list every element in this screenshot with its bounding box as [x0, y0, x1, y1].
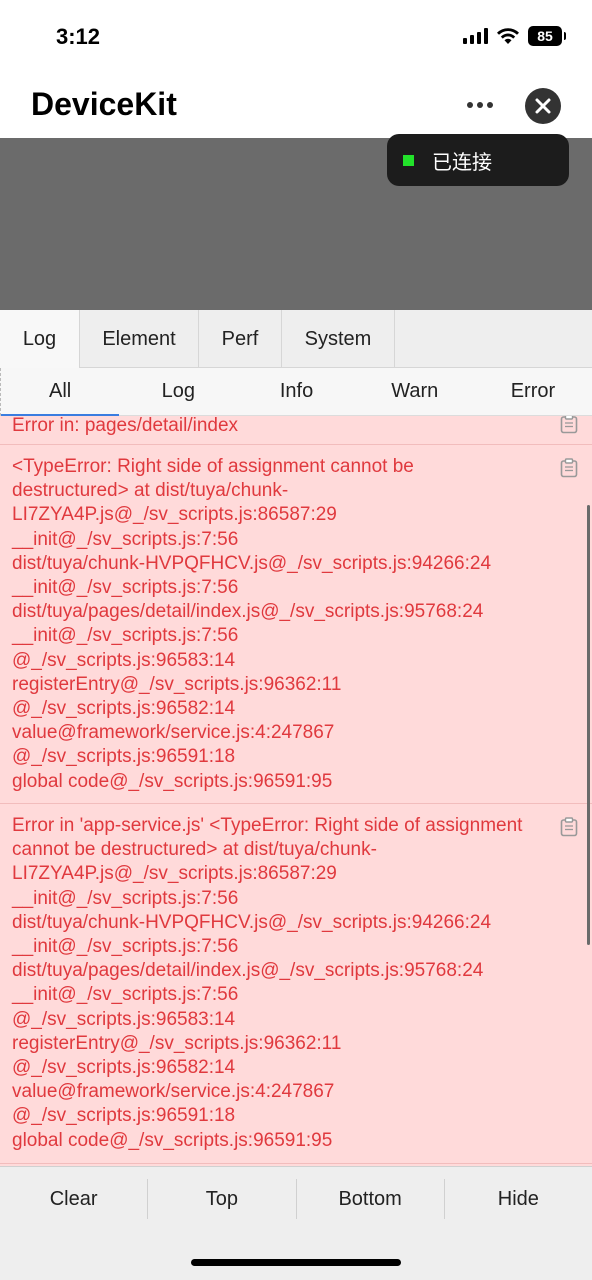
home-indicator[interactable]	[191, 1259, 401, 1266]
clipboard-icon[interactable]	[560, 817, 578, 837]
filter-tab-warn[interactable]: Warn	[356, 368, 474, 415]
log-list[interactable]: Error in: pages/detail/index <TypeError:…	[0, 416, 592, 1166]
log-message: <TypeError: Right side of assignment can…	[12, 456, 492, 792]
hide-button[interactable]: Hide	[445, 1179, 592, 1219]
top-button[interactable]: Top	[148, 1179, 297, 1219]
log-entry: Error in: pages/detail/index	[0, 416, 592, 445]
status-bar: 3:12 85	[0, 0, 592, 72]
tab-system[interactable]: System	[282, 310, 395, 368]
filter-tab-all[interactable]: All	[1, 368, 120, 416]
clear-button[interactable]: Clear	[0, 1179, 149, 1219]
tab-log[interactable]: Log	[0, 310, 80, 368]
status-icons: 85	[463, 26, 566, 46]
clipboard-icon[interactable]	[560, 458, 578, 478]
bottom-button[interactable]: Bottom	[297, 1179, 445, 1219]
cellular-signal-icon	[463, 28, 488, 44]
more-horizontal-icon[interactable]	[467, 98, 499, 112]
tab-perf[interactable]: Perf	[199, 310, 282, 368]
battery-icon: 85	[528, 26, 566, 46]
wifi-icon	[496, 27, 520, 45]
log-message: Error in 'app-service.js' <TypeError: Ri…	[12, 815, 523, 1151]
close-icon	[535, 98, 551, 114]
battery-level: 85	[537, 28, 553, 44]
nav-bar: DeviceKit	[0, 72, 592, 138]
filter-tab-log[interactable]: Log	[119, 368, 237, 415]
filter-tabs: All Log Info Warn Error	[0, 368, 592, 416]
page-title: DeviceKit	[31, 86, 177, 122]
status-time: 3:12	[56, 24, 101, 49]
log-entry: <TypeError: Right side of assignment can…	[0, 445, 592, 804]
scrollbar[interactable]	[587, 505, 590, 945]
log-message: Error in: pages/detail/index	[12, 416, 239, 436]
top-tabs: Log Element Perf System	[0, 310, 592, 368]
connection-badge: 已连接	[387, 134, 569, 186]
connection-status-icon	[403, 154, 414, 166]
clipboard-icon[interactable]	[560, 416, 578, 434]
connection-label: 已连接	[432, 149, 492, 174]
tab-element[interactable]: Element	[80, 310, 199, 368]
close-button[interactable]	[525, 88, 561, 124]
filter-tab-error[interactable]: Error	[474, 368, 592, 415]
filter-tab-info[interactable]: Info	[237, 368, 355, 415]
log-entry: Error in 'app-service.js' <TypeError: Ri…	[0, 804, 592, 1164]
